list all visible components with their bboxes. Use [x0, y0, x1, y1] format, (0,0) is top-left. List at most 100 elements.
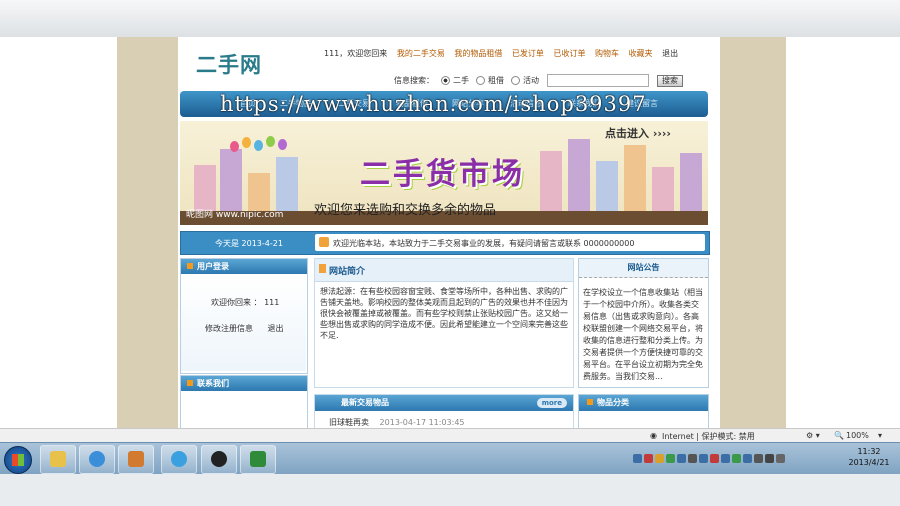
link-favorites[interactable]: 收藏夹: [629, 49, 653, 58]
login-title: 用户登录: [197, 262, 229, 271]
login-panel-header: 用户登录: [181, 259, 307, 274]
radio-secondhand[interactable]: [441, 76, 450, 85]
watermark-text: https://www.huzhan.com/ishop39397: [220, 92, 647, 116]
search-input[interactable]: [547, 74, 649, 87]
banner-building: [624, 145, 646, 211]
intro-panel: 网站简介 想法起源：在有些校园容窗宝贱、食堂等场所中，各种出售、求购的广告铺天盖…: [314, 258, 574, 388]
tray-icon[interactable]: [644, 454, 653, 463]
search-button[interactable]: 搜索: [657, 74, 683, 87]
tray-icon[interactable]: [655, 454, 664, 463]
page-background-right: [720, 37, 786, 428]
link-my-rentals[interactable]: 我的物品租借: [454, 49, 502, 58]
radio-rental[interactable]: [476, 76, 485, 85]
tray-icon[interactable]: [666, 454, 675, 463]
edit-profile-link[interactable]: 修改注册信息: [205, 324, 253, 333]
ie-icon: [89, 451, 105, 467]
balloon-icon: [266, 136, 275, 147]
tray-icon[interactable]: [699, 454, 708, 463]
tray-icon[interactable]: [710, 454, 719, 463]
system-tray: [632, 447, 844, 471]
hero-banner: 二手货市场 点击进入 ›››› 欢迎您来选购和交换多余的物品 昵图网 www.n…: [180, 121, 708, 225]
login-panel: 用户登录 欢迎你回来 ： 111 修改注册信息 退出: [180, 258, 308, 374]
greeting-text: 111，欢迎您回来: [324, 49, 388, 58]
tray-icon[interactable]: [688, 454, 697, 463]
enter-button[interactable]: 点击进入 ››››: [605, 125, 671, 141]
taskbar-ie[interactable]: [79, 445, 115, 474]
tray-icon[interactable]: [633, 454, 642, 463]
category-title: 物品分类: [597, 398, 629, 407]
link-sent-orders[interactable]: 已发订单: [512, 49, 544, 58]
link-my-trades[interactable]: 我的二手交易: [397, 49, 445, 58]
login-logout-link[interactable]: 退出: [268, 324, 284, 333]
tray-icon[interactable]: [721, 454, 730, 463]
system-clock[interactable]: 11:32 2013/4/21: [846, 446, 892, 468]
start-button[interactable]: [4, 446, 32, 474]
browser-status-bar: ◉ Internet | 保护模式: 禁用 ⚙ ▾ 🔍 100% ▾: [0, 428, 900, 443]
tray-icon[interactable]: [743, 454, 752, 463]
date-bar: 今天是 2013-4-21 欢迎光临本站，本站致力于二手交易事业的发展，有疑问请…: [180, 231, 710, 255]
banner-building: [596, 161, 618, 211]
globe-icon: ◉: [650, 431, 657, 440]
excel-icon: [250, 451, 266, 467]
link-cart[interactable]: 购物车: [595, 49, 619, 58]
balloon-icon: [278, 139, 287, 150]
radio-activity[interactable]: [511, 76, 520, 85]
tray-icon[interactable]: [732, 454, 741, 463]
notice-text: 在学校设立一个信息收集站（相当于一个校园中介所）。收集各类交易信息（出售或求购意…: [583, 288, 703, 381]
intro-title: 网站简介: [329, 267, 366, 277]
taskbar-explorer[interactable]: [40, 445, 76, 474]
more-button[interactable]: more: [536, 398, 567, 408]
tray-icon[interactable]: [677, 454, 686, 463]
balloon-icon: [254, 140, 263, 151]
ticker-text: 欢迎光临本站，本站致力于二手交易事业的发展，有疑问请留言或联系 00000000…: [333, 239, 635, 248]
radio-secondhand-label: 二手: [453, 76, 469, 85]
chevron-down-icon[interactable]: ▾: [878, 431, 882, 440]
zoom-level[interactable]: 100%: [846, 431, 869, 440]
taskbar-excel[interactable]: [240, 445, 276, 474]
notice-panel: 网站公告 在学校设立一个信息收集站（相当于一个校园中介所）。收集各类交易信息（出…: [578, 258, 709, 388]
taskbar-app2[interactable]: [161, 445, 197, 474]
newest-title: 最新交易物品: [341, 398, 389, 407]
banner-building: [568, 139, 590, 211]
taskbar-app[interactable]: [118, 445, 154, 474]
taskbar-qq[interactable]: [201, 445, 237, 474]
globe-icon: [171, 451, 187, 467]
speaker-icon: [319, 237, 329, 247]
browser-viewport: 二手网 111，欢迎您回来 我的二手交易 我的物品租借 已发订单 已收订单 购物…: [0, 37, 900, 428]
security-zone[interactable]: Internet | 保护模式: 禁用: [662, 431, 755, 442]
banner-building: [220, 149, 242, 211]
network-icon[interactable]: [754, 454, 763, 463]
item-date: 2013-04-17 11:03:45: [379, 418, 465, 427]
doc-icon: [319, 264, 326, 273]
people-icon: [128, 451, 144, 467]
login-body: 欢迎你回来 ： 111 修改注册信息 退出: [181, 275, 306, 371]
item-title[interactable]: 旧球鞋再卖: [329, 418, 369, 427]
search-bar: 信息搜索： 二手 租借 活动 搜索: [394, 74, 683, 87]
banner-title: 二手货市场: [360, 157, 525, 192]
volume-icon[interactable]: [765, 454, 774, 463]
radio-rental-label: 租借: [488, 76, 504, 85]
page-background-left: [117, 37, 178, 428]
list-item[interactable]: 旧球鞋再卖 2013-04-17 11:03:45: [329, 417, 465, 428]
chevrons-right-icon: ››››: [649, 127, 671, 140]
square-bullet-icon: [187, 380, 193, 386]
banner-building: [680, 153, 702, 211]
intro-text: 想法起源：在有些校园容窗宝贱、食堂等场所中，各种出售、求购的广告铺天盖地。影响校…: [320, 287, 568, 340]
folder-icon: [50, 451, 66, 467]
below-taskbar-area: [0, 474, 900, 506]
category-header: 物品分类: [579, 395, 708, 411]
windows-taskbar: 11:32 2013/4/21: [0, 442, 900, 475]
zoom-icon: 🔍: [834, 431, 844, 440]
balloon-icon: [230, 141, 239, 152]
notice-header: 网站公告: [579, 259, 708, 278]
site-logo[interactable]: 二手网: [196, 49, 262, 79]
link-received-orders[interactable]: 已收订单: [553, 49, 585, 58]
square-bullet-icon: [587, 399, 593, 405]
square-bullet-icon: [187, 263, 193, 269]
link-logout[interactable]: 退出: [662, 49, 678, 58]
balloon-icon: [242, 137, 251, 148]
flag-icon[interactable]: [776, 454, 785, 463]
today-date: 今天是 2013-4-21: [215, 239, 283, 248]
zone-settings-icon[interactable]: ⚙ ▾: [806, 431, 820, 440]
news-ticker: 欢迎光临本站，本站致力于二手交易事业的发展，有疑问请留言或联系 00000000…: [315, 234, 705, 251]
